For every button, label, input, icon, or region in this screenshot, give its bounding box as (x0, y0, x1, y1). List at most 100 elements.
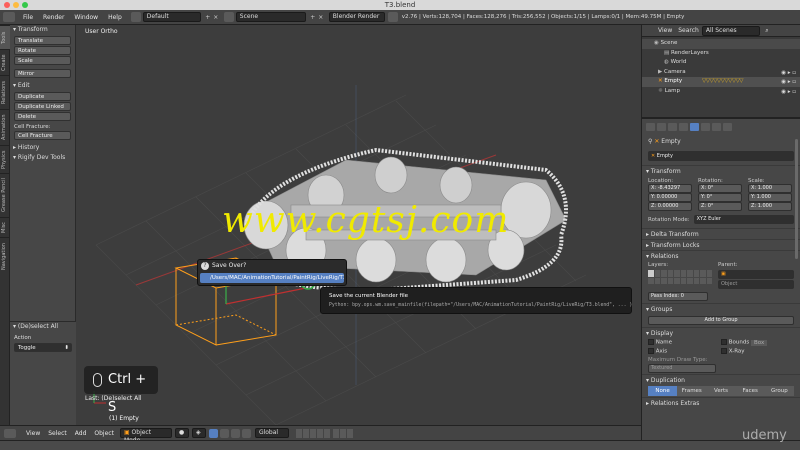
menu-object[interactable]: Object (90, 430, 118, 437)
layer-cell[interactable] (700, 270, 706, 277)
layer-cell[interactable] (654, 277, 660, 284)
parent-field[interactable]: ▣ (718, 270, 794, 279)
duplicate-button[interactable]: Duplicate (14, 92, 71, 101)
editor-type-icon-3d[interactable] (4, 428, 16, 438)
menu-add[interactable]: Add (71, 430, 91, 437)
tab-physics[interactable]: Physics (0, 145, 10, 173)
layer-button[interactable] (302, 428, 309, 438)
screen-layout-icon[interactable] (130, 12, 141, 22)
outliner-row-camera[interactable]: ▶ Camera ◉ ▸ ▫ (642, 68, 800, 78)
layer-cell[interactable] (648, 277, 654, 284)
layout-select[interactable]: Default (142, 12, 201, 22)
transform-panel-header[interactable]: ▾ Transform (10, 25, 75, 35)
outliner-filter-select[interactable]: All Scenes (701, 25, 760, 36)
layer-button[interactable] (295, 428, 302, 438)
max-draw-type-select[interactable]: Textured (648, 364, 716, 373)
layer-cell[interactable] (693, 277, 699, 284)
menu-view[interactable]: View (22, 430, 44, 437)
pass-index-field[interactable]: Pass Index: 0 (648, 292, 708, 301)
orientation-select[interactable]: Global (254, 428, 289, 438)
layer-cell[interactable] (667, 277, 673, 284)
tab-navigation[interactable]: Navigation (0, 237, 10, 275)
outliner-row-lamp[interactable]: ☼ Lamp ◉ ▸ ▫ (642, 87, 800, 97)
cell-fracture-button[interactable]: Cell Fracture (14, 131, 71, 140)
layer-cell[interactable] (680, 270, 686, 277)
rotation-x-field[interactable]: X: 0° (698, 184, 742, 193)
history-panel-header[interactable]: ▸ History (10, 143, 75, 153)
layer-button[interactable] (339, 428, 346, 438)
layer-cell[interactable] (661, 270, 667, 277)
tab-animation[interactable]: Animation (0, 109, 10, 145)
data-tab-icon[interactable] (712, 123, 721, 131)
layer-button[interactable] (332, 428, 339, 438)
layer-cell[interactable] (674, 277, 680, 284)
tab-relations[interactable]: Relations (0, 75, 10, 109)
dup-tab-group[interactable]: Group (764, 386, 795, 396)
scene-icon[interactable] (223, 12, 234, 22)
outliner-row-renderlayers[interactable]: ▤ RenderLayers (642, 49, 800, 59)
pivot-select[interactable]: ◈ (191, 428, 206, 438)
relations-header[interactable]: ▾ Relations (642, 250, 800, 261)
bounds-checkbox[interactable]: Bounds Box (721, 339, 794, 346)
zoom-window-button[interactable] (22, 2, 28, 8)
dup-tab-faces[interactable]: Faces (735, 386, 765, 396)
outliner-row-scene[interactable]: ◉ Scene (642, 39, 800, 49)
dup-tab-none[interactable]: None (648, 386, 678, 396)
dup-tab-verts[interactable]: Verts (706, 386, 736, 396)
search-icon[interactable]: ⌕ (763, 27, 771, 35)
outliner-view-menu[interactable]: View (658, 27, 672, 34)
layout-remove-icon[interactable]: × (212, 14, 220, 21)
rotate-manipulator-icon[interactable] (230, 428, 240, 438)
location-y-field[interactable]: Y: 0.00000 (648, 193, 692, 202)
layer-cell[interactable] (648, 270, 654, 277)
minimize-window-button[interactable] (13, 2, 19, 8)
render-layers-tab-icon[interactable] (657, 123, 666, 131)
location-x-field[interactable]: X: -8.43297 (648, 184, 692, 193)
visibility-eye-icon[interactable]: ◉ ▸ ▫ (781, 88, 796, 98)
bounds-type-select[interactable]: Box (750, 339, 768, 346)
menu-window[interactable]: Window (69, 14, 103, 21)
layer-cell[interactable] (700, 277, 706, 284)
layer-cell[interactable] (661, 277, 667, 284)
layer-cell[interactable] (706, 277, 712, 284)
layer-buttons[interactable] (295, 428, 353, 438)
rotate-button[interactable]: Rotate (14, 46, 71, 55)
layer-cell[interactable] (693, 270, 699, 277)
tab-grease-pencil[interactable]: Grease Pencil (0, 173, 10, 217)
object-name-field[interactable]: ✕ Empty (648, 151, 794, 161)
rotation-y-field[interactable]: Y: 0° (698, 193, 742, 202)
layer-button[interactable] (309, 428, 316, 438)
axis-checkbox[interactable]: Axis (648, 347, 721, 354)
editor-type-icon[interactable] (3, 12, 15, 22)
layer-cell[interactable] (687, 270, 693, 277)
world-tab-icon[interactable] (679, 123, 688, 131)
layer-cell[interactable] (667, 270, 673, 277)
scale-manipulator-icon[interactable] (241, 428, 251, 438)
rotation-z-field[interactable]: Z: 0° (698, 202, 742, 211)
menu-help[interactable]: Help (103, 14, 127, 21)
object-tab-icon[interactable] (690, 123, 699, 131)
groups-header[interactable]: ▾ Groups (642, 303, 800, 314)
shading-select[interactable]: ● (174, 428, 189, 438)
constraints-tab-icon[interactable] (701, 123, 710, 131)
layers-grid[interactable] (648, 270, 712, 284)
scene-tab-icon[interactable] (668, 123, 677, 131)
delta-transform-header[interactable]: ▸ Delta Transform (642, 228, 800, 239)
checkbox-box[interactable] (648, 339, 654, 345)
outliner-row-empty[interactable]: ✕ Empty ▽▽▽▽▽▽▽▽▽▽▽ ◉ ▸ ▫ (642, 77, 800, 87)
action-select[interactable]: Toggle ⬍ (14, 343, 72, 352)
layer-cell[interactable] (674, 270, 680, 277)
transform-locks-header[interactable]: ▸ Transform Locks (642, 239, 800, 250)
xray-checkbox[interactable]: X-Ray (721, 347, 794, 354)
save-over-confirm-item[interactable]: /Users/MAC/AnimationTutorial/PaintRig/Li… (200, 273, 344, 283)
pin-icon[interactable]: ⚲ (648, 138, 652, 145)
parent-type-select[interactable]: Object (718, 280, 794, 289)
delete-button[interactable]: Delete (14, 112, 71, 121)
translate-manipulator-icon[interactable] (219, 428, 229, 438)
properties-scrollbar[interactable] (795, 139, 798, 259)
scene-add-icon[interactable]: + (309, 14, 317, 21)
menu-render[interactable]: Render (38, 14, 69, 21)
mirror-button[interactable]: Mirror (14, 69, 71, 78)
layer-button[interactable] (346, 428, 353, 438)
layer-button[interactable] (323, 428, 330, 438)
